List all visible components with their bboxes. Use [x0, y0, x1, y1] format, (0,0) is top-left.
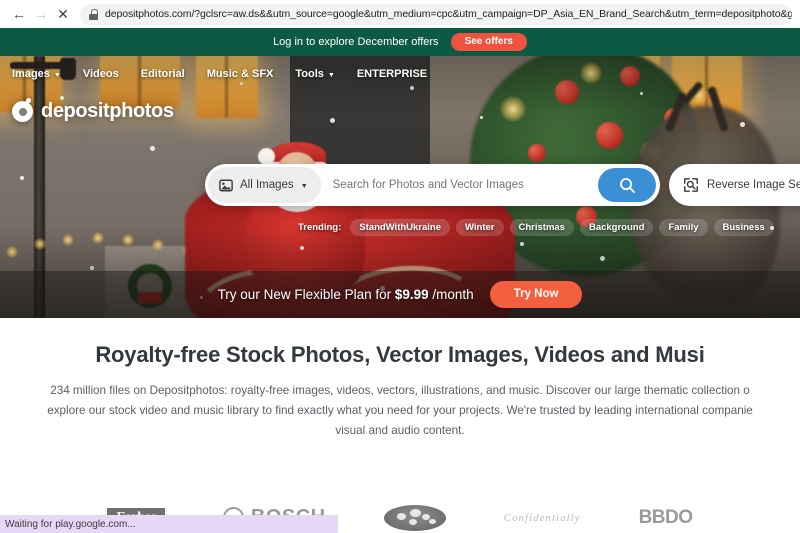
nav-item-label: Tools — [295, 68, 324, 80]
nav-item-label: Images — [12, 68, 50, 80]
nav-item-label: ENTERPRISE — [356, 68, 428, 80]
browser-toolbar: ← → ✕ depositphotos.com/?gclsrc=aw.ds&&u… — [0, 0, 800, 28]
trending-tag-background[interactable]: Background — [579, 219, 654, 236]
trending-tag-family[interactable]: Family — [659, 219, 708, 236]
nav-item-label: Editorial — [140, 68, 185, 80]
chevron-down-icon: ▼ — [300, 182, 308, 190]
nav-item-label: Music & SFX — [206, 68, 274, 80]
lock-icon — [89, 8, 98, 20]
hero-section: Images ▼ Videos Editorial Music & SFX To… — [0, 56, 800, 318]
reverse-image-search-button[interactable]: Reverse Image Search — [669, 164, 800, 206]
url-text: depositphotos.com/?gclsrc=aw.ds&&utm_sou… — [105, 8, 792, 20]
nav-item-enterprise[interactable]: ENTERPRISE — [357, 68, 427, 80]
nav-item-editorial[interactable]: Editorial — [141, 68, 185, 80]
page-title: Royalty-free Stock Photos, Vector Images… — [95, 342, 705, 367]
logo-text: depositphotos — [41, 100, 174, 122]
search-area: All Images ▼ Reverse Image Search — [205, 164, 800, 206]
reverse-image-search-label: Reverse Image Search — [707, 179, 800, 191]
search-bar: All Images ▼ — [205, 164, 660, 206]
trending-label: Trending: — [298, 222, 342, 233]
nav-item-music-sfx[interactable]: Music & SFX — [207, 68, 274, 80]
main-content: Royalty-free Stock Photos, Vector Images… — [0, 318, 800, 442]
page-description: 234 million files on Depositphotos: roya… — [47, 384, 753, 438]
search-scope-dropdown[interactable]: All Images ▼ — [208, 167, 321, 203]
nav-item-tools[interactable]: Tools ▼ — [295, 68, 334, 80]
promo-text: Try our New Flexible Plan for $9.99 /mon… — [218, 287, 474, 302]
nav-item-videos[interactable]: Videos — [83, 68, 119, 80]
brand-logo-subaru — [383, 504, 446, 531]
forward-arrow-icon[interactable]: → — [30, 3, 52, 25]
chevron-down-icon: ▼ — [327, 71, 335, 79]
reverse-image-search-icon — [684, 178, 698, 192]
promo-text-prefix: Try our New Flexible Plan for — [217, 287, 395, 302]
stop-x-icon[interactable]: ✕ — [52, 3, 74, 25]
image-icon — [219, 179, 233, 191]
trending-tag-standwithukraine[interactable]: StandWithUkraine — [350, 219, 451, 236]
search-input[interactable] — [320, 165, 598, 205]
back-arrow-icon[interactable]: ← — [8, 3, 30, 25]
chevron-down-icon: ▼ — [53, 71, 61, 79]
see-offers-button[interactable]: See offers — [450, 33, 527, 51]
search-submit-button[interactable] — [598, 168, 656, 202]
page-viewport: Log in to explore December offers See of… — [0, 28, 800, 533]
promo-text-suffix: /month — [428, 287, 474, 302]
brand-logo-script: Confidentially — [503, 511, 581, 524]
top-promo-message: Log in to explore December offers — [273, 36, 439, 48]
search-scope-label: All Images — [240, 179, 294, 191]
trending-tag-business[interactable]: Business — [713, 219, 774, 236]
top-promo-banner: Log in to explore December offers See of… — [0, 28, 800, 56]
flexible-plan-promo: Try our New Flexible Plan for $9.99 /mon… — [0, 271, 800, 318]
browser-status-bar: Waiting for play.google.com... — [0, 515, 338, 533]
promo-price: $9.99 — [394, 287, 429, 302]
nav-item-images[interactable]: Images ▼ — [12, 68, 61, 80]
address-bar[interactable]: depositphotos.com/?gclsrc=aw.ds&&utm_sou… — [80, 3, 792, 25]
subaru-star-icon — [383, 504, 446, 531]
trending-tag-winter[interactable]: Winter — [456, 219, 504, 236]
site-logo[interactable]: depositphotos — [12, 98, 174, 123]
site-navigation: Images ▼ Videos Editorial Music & SFX To… — [0, 62, 800, 86]
status-text: Waiting for play.google.com... — [5, 518, 136, 530]
depositphotos-circle-logo-icon — [12, 98, 33, 122]
try-now-button[interactable]: Try Now — [489, 280, 583, 309]
brand-logo-bbdo: BBDO — [638, 506, 693, 528]
trending-row: Trending: StandWithUkraine Winter Christ… — [298, 219, 774, 236]
nav-item-label: Videos — [82, 68, 119, 80]
search-icon — [619, 177, 635, 193]
trending-tag-christmas[interactable]: Christmas — [509, 219, 574, 236]
